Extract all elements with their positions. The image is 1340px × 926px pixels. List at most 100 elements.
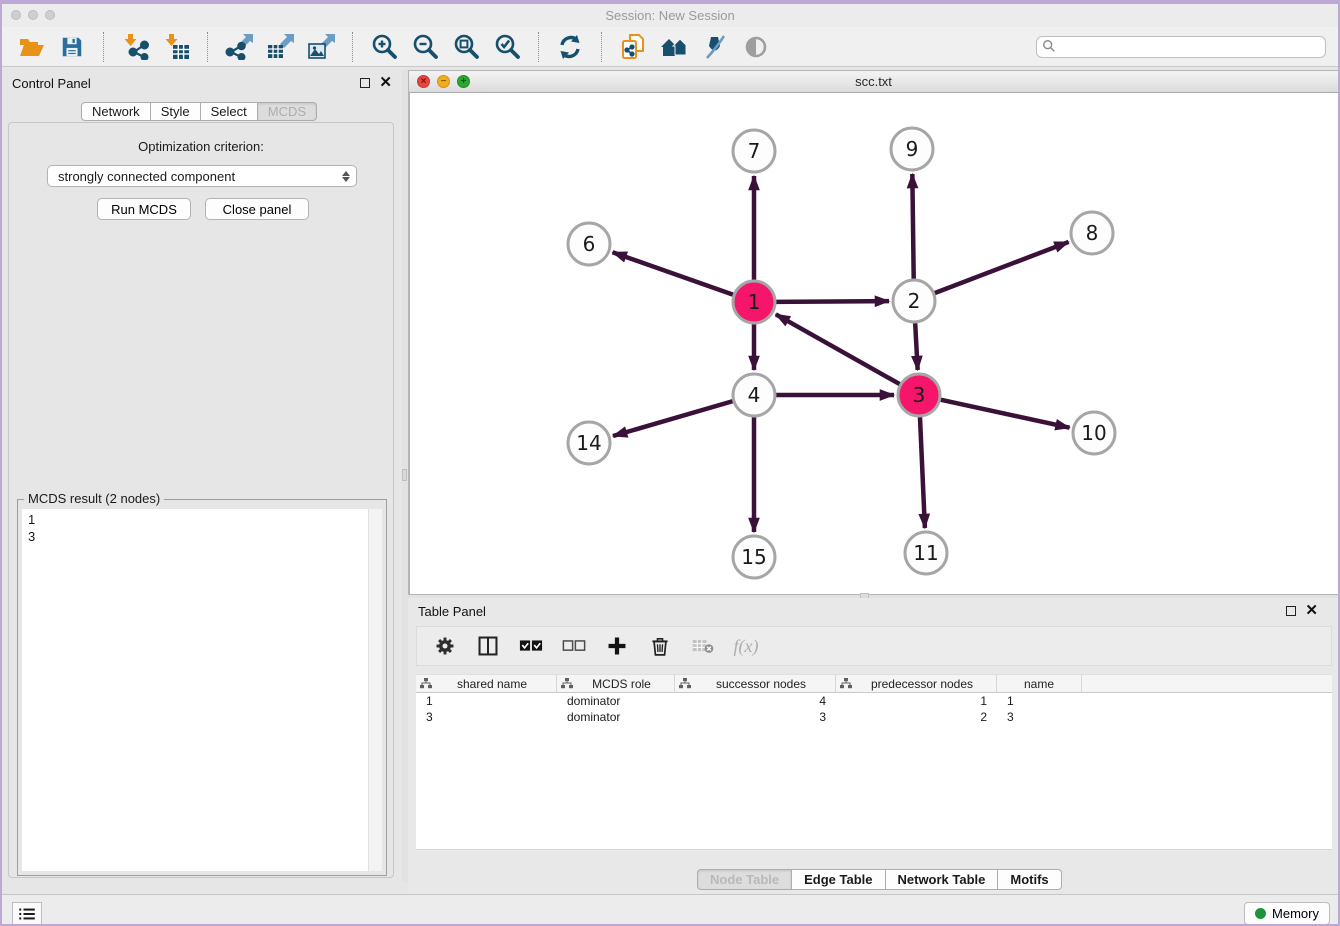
result-scrollbar[interactable] <box>368 509 382 871</box>
memory-status-icon <box>1255 908 1266 919</box>
graph-node-1[interactable]: 1 <box>733 281 775 323</box>
open-session-button[interactable] <box>14 31 48 63</box>
cell-predecessor-nodes: 1 <box>836 694 997 708</box>
graph-node-label: 11 <box>913 541 938 565</box>
zoom-selected-button[interactable] <box>490 31 524 63</box>
graph-edge-1-2[interactable] <box>776 301 889 302</box>
cell-mcds-role: dominator <box>557 710 675 724</box>
column-tree-icon <box>679 678 691 689</box>
app-manager-button[interactable] <box>12 902 42 925</box>
graph-node-label: 3 <box>913 383 926 407</box>
import-network-button[interactable] <box>118 31 152 63</box>
toolbar-separator <box>207 32 208 62</box>
graph-node-11[interactable]: 11 <box>905 532 947 574</box>
tab-select[interactable]: Select <box>201 102 258 121</box>
zoom-out-button[interactable] <box>408 31 442 63</box>
cell-name: 1 <box>997 694 1082 708</box>
toolbar-separator <box>352 32 353 62</box>
delete-table-button[interactable] <box>689 632 717 660</box>
graph-node-3[interactable]: 3 <box>898 374 940 416</box>
unselect-all-rows-button[interactable] <box>560 632 588 660</box>
tab-mcds[interactable]: MCDS <box>258 102 317 121</box>
graph-node-7[interactable]: 7 <box>733 130 775 172</box>
application-window: Session: New Session <box>0 0 1340 926</box>
graph-edge-4-14[interactable] <box>613 401 733 436</box>
mcds-result-groupbox: MCDS result (2 nodes) 13 <box>17 499 387 876</box>
column-header-shared-name[interactable]: shared name <box>416 675 557 692</box>
zoom-fit-button[interactable] <box>449 31 483 63</box>
brush-icon <box>702 34 728 60</box>
status-bar: Memory <box>2 894 1338 926</box>
cell-successor-nodes: 3 <box>675 710 836 724</box>
tab-edge-table[interactable]: Edge Table <box>792 869 885 890</box>
tab-style[interactable]: Style <box>151 102 201 121</box>
paint-style-button[interactable] <box>698 31 732 63</box>
zoom-in-button[interactable] <box>367 31 401 63</box>
graph-edge-3-10[interactable] <box>940 400 1069 428</box>
run-mcds-button[interactable]: Run MCDS <box>97 198 191 220</box>
open-folder-icon <box>17 35 45 59</box>
select-all-rows-button[interactable] <box>517 632 545 660</box>
function-builder-button[interactable]: f(x) <box>732 632 760 660</box>
cell-successor-nodes: 4 <box>675 694 836 708</box>
graph-edge-2-3[interactable] <box>915 323 918 370</box>
graph-node-label: 6 <box>583 232 596 256</box>
graph-edge-2-9[interactable] <box>912 174 913 279</box>
column-header-predecessor-nodes[interactable]: predecessor nodes <box>836 675 997 692</box>
float-panel-icon[interactable] <box>360 78 370 88</box>
export-network-button[interactable] <box>222 31 256 63</box>
search-input[interactable] <box>1036 36 1326 58</box>
graph-edge-3-1[interactable] <box>776 314 900 384</box>
graph-edge-2-8[interactable] <box>935 242 1069 293</box>
criterion-select[interactable]: strongly connected component <box>47 165 357 187</box>
column-tree-icon <box>840 678 852 689</box>
float-panel-icon[interactable] <box>1286 606 1296 616</box>
graph-node-14[interactable]: 14 <box>568 422 610 464</box>
tab-motifs[interactable]: Motifs <box>998 869 1061 890</box>
delete-columns-button[interactable] <box>646 632 674 660</box>
table-options-button[interactable] <box>431 632 459 660</box>
table-row[interactable]: 3dominator323 <box>416 709 1332 725</box>
graph-node-6[interactable]: 6 <box>568 223 610 265</box>
save-disk-icon <box>60 35 84 59</box>
tab-network[interactable]: Network <box>81 102 151 121</box>
export-table-button[interactable] <box>263 31 297 63</box>
graph-edge-1-6[interactable] <box>613 252 734 294</box>
memory-button[interactable]: Memory <box>1244 902 1330 925</box>
show-columns-button[interactable] <box>474 632 502 660</box>
first-neighbors-button[interactable] <box>657 31 691 63</box>
unselect-all-icon <box>562 637 586 655</box>
apply-layout-button[interactable] <box>553 31 587 63</box>
export-image-button[interactable] <box>304 31 338 63</box>
clone-network-button[interactable] <box>616 31 650 63</box>
graph-node-8[interactable]: 8 <box>1071 212 1113 254</box>
graph-node-4[interactable]: 4 <box>733 374 775 416</box>
mcds-result-text[interactable]: 13 <box>22 509 382 871</box>
graph-edge-3-11[interactable] <box>920 417 925 528</box>
zoom-out-icon <box>412 33 439 60</box>
tab-network-table[interactable]: Network Table <box>886 869 999 890</box>
column-header-name[interactable]: name <box>997 675 1082 692</box>
graph-node-10[interactable]: 10 <box>1073 412 1115 454</box>
add-column-button[interactable] <box>603 632 631 660</box>
graph-node-15[interactable]: 15 <box>733 536 775 578</box>
splitter-handle[interactable] <box>402 469 407 481</box>
tab-node-table[interactable]: Node Table <box>697 869 792 890</box>
column-header-successor-nodes[interactable]: successor nodes <box>675 675 836 692</box>
mcds-result-title: MCDS result (2 nodes) <box>24 491 164 506</box>
graph-node-label: 8 <box>1086 221 1099 245</box>
node-table: shared nameMCDS rolesuccessor nodesprede… <box>416 674 1332 850</box>
close-panel-button[interactable]: Close panel <box>205 198 309 220</box>
save-session-button[interactable] <box>55 31 89 63</box>
close-panel-icon[interactable]: ✕ <box>1305 606 1318 616</box>
column-tree-icon <box>420 678 432 689</box>
graph-node-9[interactable]: 9 <box>891 128 933 170</box>
import-table-button[interactable] <box>159 31 193 63</box>
graph-node-2[interactable]: 2 <box>893 280 935 322</box>
table-row[interactable]: 1dominator411 <box>416 693 1332 709</box>
mcds-panel: Optimization criterion: strongly connect… <box>8 122 394 878</box>
network-canvas[interactable]: 7 9 6 8 1 2 4 3 14 10 15 11 <box>409 93 1338 594</box>
show-hide-button[interactable] <box>739 31 773 63</box>
column-header-mcds-role[interactable]: MCDS role <box>557 675 675 692</box>
close-panel-icon[interactable]: ✕ <box>379 78 392 88</box>
